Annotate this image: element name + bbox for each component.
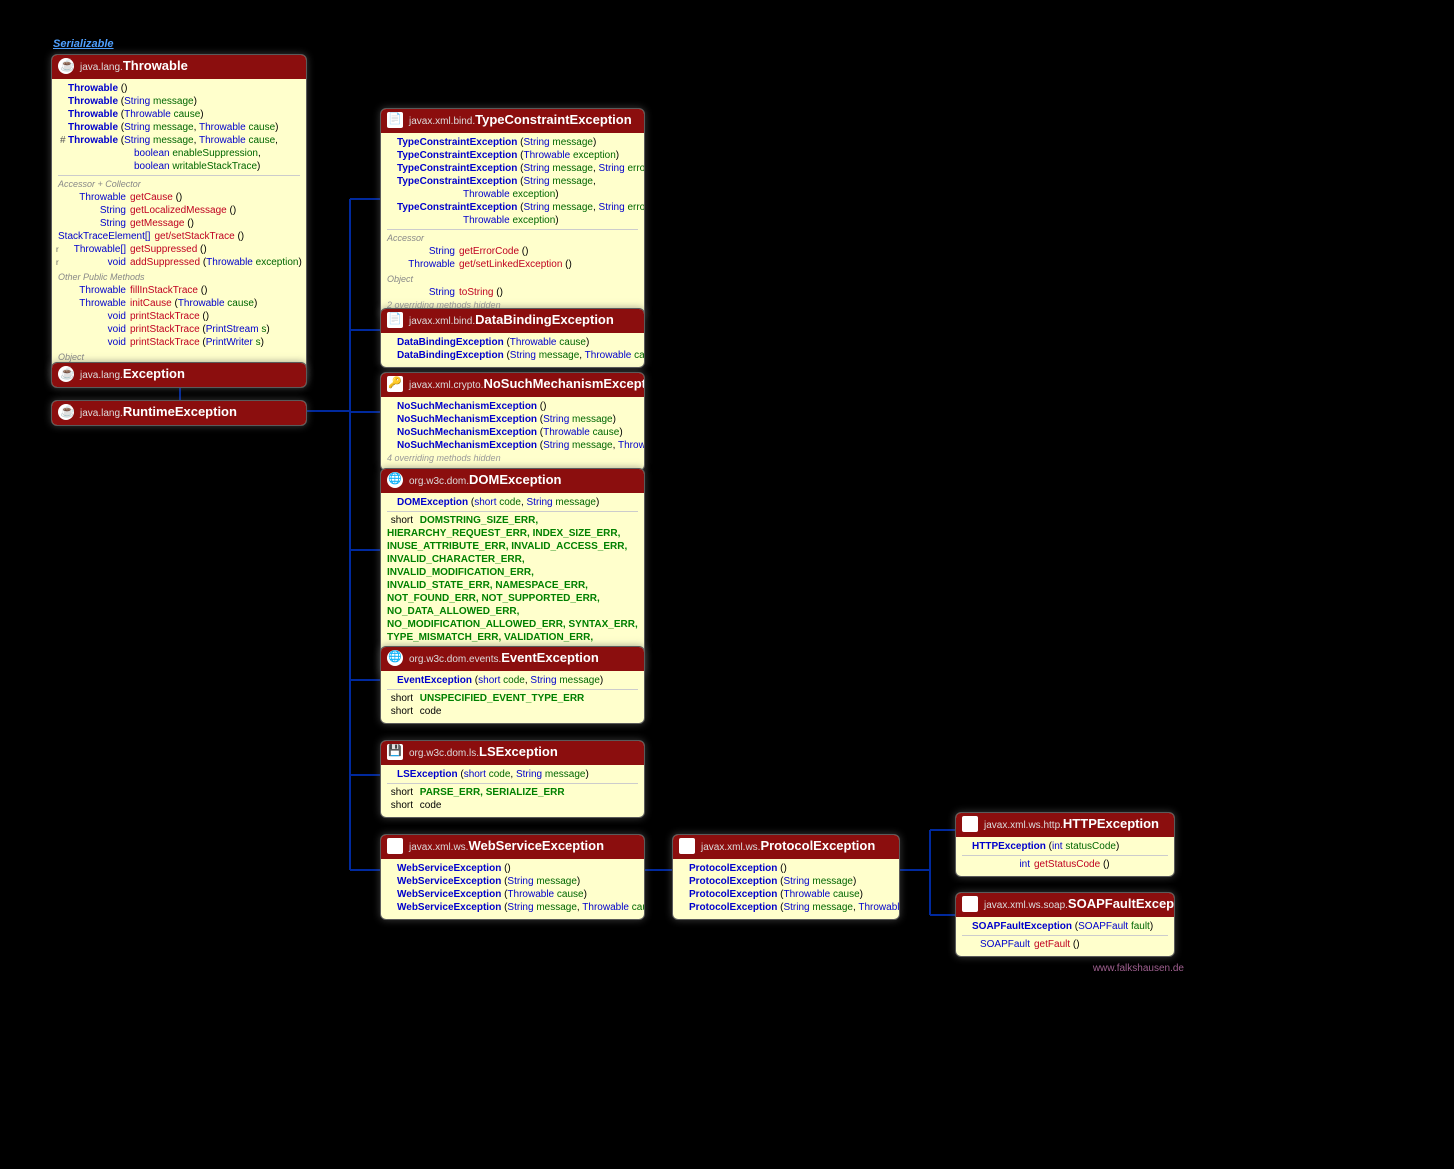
class-httpexception: javax.xml.ws.http.HTTPException HTTPExce…	[955, 812, 1175, 877]
doc-icon	[387, 312, 403, 328]
class-soapfaultexception: javax.xml.ws.soap.SOAPFaultException SOA…	[955, 892, 1175, 957]
class-body: SOAPFaultException (SOAPFault fault)SOAP…	[956, 917, 1174, 956]
java-icon	[58, 58, 74, 74]
globe-icon	[387, 650, 403, 666]
class-body: WebServiceException ()WebServiceExceptio…	[381, 859, 644, 919]
envelope-icon	[679, 838, 695, 854]
java-icon	[58, 366, 74, 382]
class-body: ProtocolException ()ProtocolException (S…	[673, 859, 899, 919]
class-body: LSException (short code, String message)…	[381, 765, 644, 817]
class-nosuchmechanismexception: javax.xml.crypto.NoSuchMechanismExceptio…	[380, 372, 645, 471]
envelope-icon	[962, 896, 978, 912]
class-throwable: java.lang.Throwable Throwable ()Throwabl…	[51, 54, 307, 383]
class-body: NoSuchMechanismException ()NoSuchMechani…	[381, 397, 644, 470]
class-throwable-header: java.lang.Throwable	[52, 55, 306, 79]
class-body: EventException (short code, String messa…	[381, 671, 644, 723]
class-lsexception: org.w3c.dom.ls.LSException LSException (…	[380, 740, 645, 818]
class-domexception: org.w3c.dom.DOMException DOMException (s…	[380, 468, 645, 676]
globe-icon	[387, 472, 403, 488]
disk-icon	[387, 744, 403, 760]
class-body: TypeConstraintException (String message)…	[381, 133, 644, 317]
interface-serializable-label: Serializable	[53, 38, 114, 50]
java-icon	[58, 404, 74, 420]
watermark: www.falkshausen.de	[1093, 963, 1184, 974]
class-runtimeexception: java.lang.RuntimeException	[51, 400, 307, 426]
class-webserviceexception: javax.xml.ws.WebServiceException WebServ…	[380, 834, 645, 920]
class-protocolexception: javax.xml.ws.ProtocolException ProtocolE…	[672, 834, 900, 920]
doc-icon	[387, 112, 403, 128]
key-icon	[387, 376, 403, 392]
envelope-icon	[962, 816, 978, 832]
class-databindingexception: javax.xml.bind.DataBindingException Data…	[380, 308, 645, 368]
class-body: HTTPException (int statusCode)intgetStat…	[956, 837, 1174, 876]
class-typeconstraintexception: javax.xml.bind.TypeConstraintException T…	[380, 108, 645, 318]
class-body: DataBindingException (Throwable cause)Da…	[381, 333, 644, 367]
class-eventexception: org.w3c.dom.events.EventException EventE…	[380, 646, 645, 724]
class-throwable-body: Throwable ()Throwable (String message)Th…	[52, 79, 306, 382]
envelope-icon	[387, 838, 403, 854]
class-exception: java.lang.Exception	[51, 362, 307, 388]
